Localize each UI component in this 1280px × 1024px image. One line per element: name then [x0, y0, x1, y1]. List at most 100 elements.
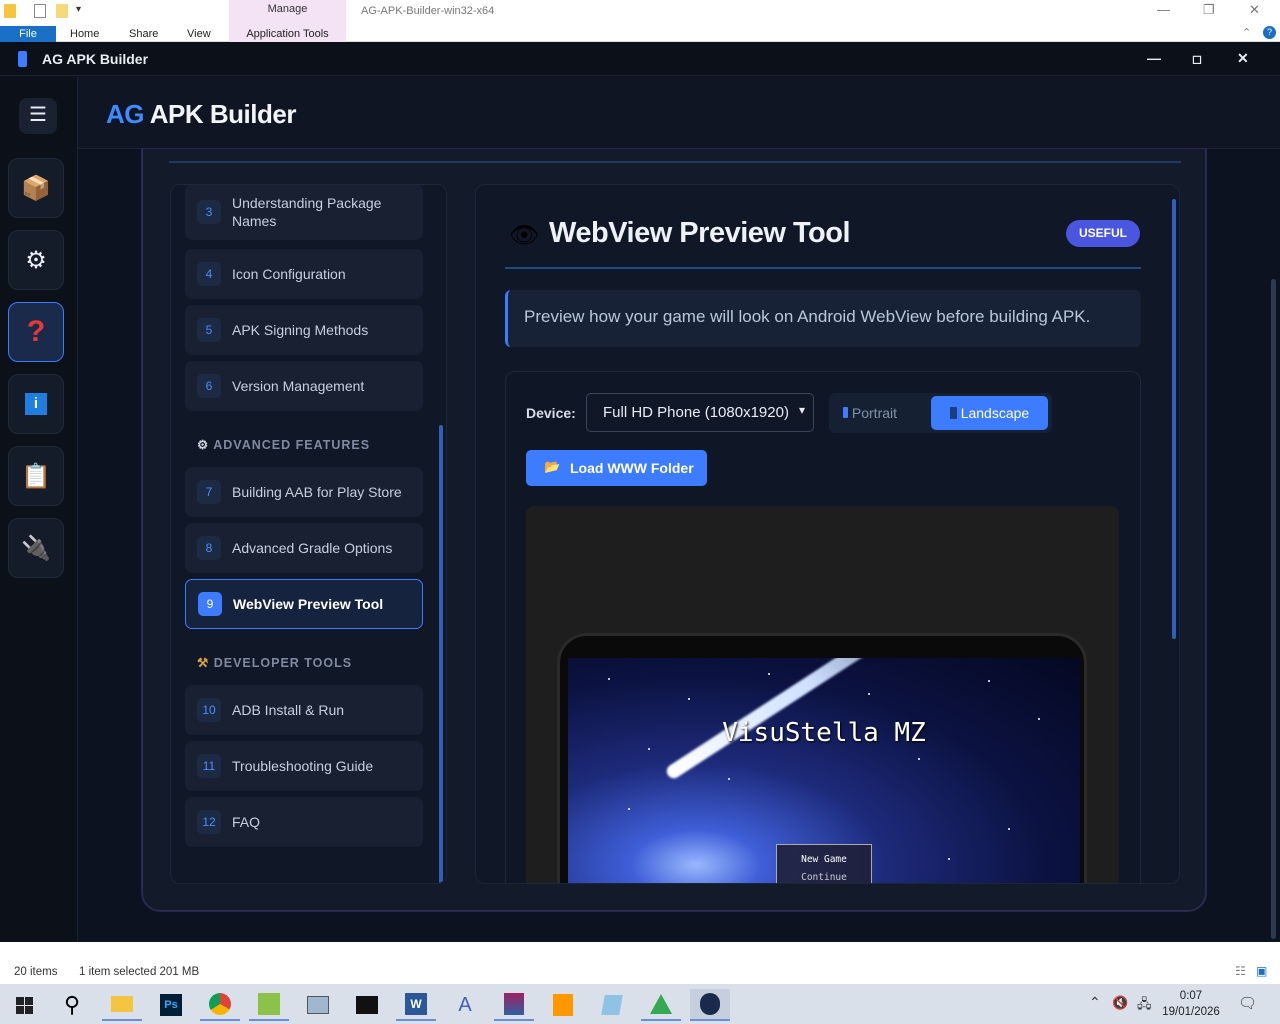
explorer-window-title: AG-APK-Builder-win32-x64: [361, 5, 495, 17]
table-of-contents[interactable]: 3 Understanding Package Names 4 Icon Confi…: [170, 184, 447, 884]
minimize-icon[interactable]: —: [1157, 2, 1170, 17]
content-scrollbar[interactable]: [1172, 189, 1176, 879]
toc-item[interactable]: 5 APK Signing Methods: [185, 305, 423, 355]
chevron-down-icon: ▾: [798, 403, 805, 417]
chevron-down-icon[interactable]: ▾: [76, 4, 88, 18]
webview-screen[interactable]: VisuStella MZ New Game Continue: [568, 658, 1080, 883]
toc-item[interactable]: 3 Understanding Package Names: [185, 185, 423, 240]
tab-home[interactable]: Home: [70, 28, 99, 40]
window-scrollbar[interactable]: [1268, 149, 1280, 942]
rail-connect-button[interactable]: 🔌: [8, 518, 64, 578]
volume-muted-icon[interactable]: 🔇: [1112, 995, 1128, 1011]
toc-item-number: 8: [197, 536, 221, 560]
properties-icon[interactable]: [34, 4, 46, 18]
toc-item[interactable]: 6 Version Management: [185, 361, 423, 411]
folder-icon: 📂: [544, 459, 561, 474]
phone-icon: [949, 407, 957, 419]
side-rail: ☰ 📦 ⚙ ? i 📋 🔌: [0, 77, 78, 942]
chevron-up-icon[interactable]: ⌃: [1242, 26, 1251, 39]
app-icon[interactable]: [249, 989, 289, 1021]
app-close-icon[interactable]: ✕: [1237, 50, 1249, 67]
toc-item-label: Troubleshooting Guide: [232, 758, 374, 774]
chrome-icon[interactable]: [200, 989, 240, 1021]
help-panel: 3 Understanding Package Names 4 Icon Confi…: [142, 149, 1206, 911]
toc-item[interactable]: 8 Advanced Gradle Options: [185, 523, 423, 573]
sublime-icon[interactable]: [543, 989, 583, 1021]
large-icons-view-icon[interactable]: ▣: [1256, 964, 1267, 978]
load-www-folder-button[interactable]: 📂 Load WWW Folder: [526, 450, 707, 486]
app-minimize-icon[interactable]: —: [1147, 50, 1161, 66]
rail-build-button[interactable]: 📦: [8, 158, 64, 218]
close-icon[interactable]: ✕: [1249, 2, 1260, 18]
tab-application-tools[interactable]: Application Tools: [229, 28, 346, 40]
toc-item-selected[interactable]: 9 WebView Preview Tool: [185, 579, 423, 629]
toc-item[interactable]: 10 ADB Install & Run: [185, 685, 423, 735]
status-selection: 1 item selected 201 MB: [79, 966, 200, 978]
toc-item-label: Understanding Package Names: [232, 195, 382, 229]
new-folder-icon[interactable]: [56, 4, 68, 18]
toc-scrollbar-thumb[interactable]: [439, 425, 443, 883]
rail-log-button[interactable]: 📋: [8, 446, 64, 506]
terminal-icon[interactable]: [347, 989, 387, 1021]
chevron-up-icon[interactable]: ⌃: [1089, 994, 1101, 1011]
word-icon[interactable]: W: [396, 989, 436, 1021]
taskbar-clock[interactable]: 0:07 19/01/2026: [1160, 988, 1222, 1020]
game-title-menu[interactable]: New Game Continue: [776, 844, 872, 883]
content-scrollbar-thumb[interactable]: [1172, 199, 1176, 639]
network-icon[interactable]: 🖧: [1137, 995, 1152, 1017]
rail-settings-button[interactable]: ⚙: [8, 230, 64, 290]
app-window: AG APK Builder — ◻ ✕ ☰ 📦 ⚙ ? i 📋 🔌 AG AP…: [0, 42, 1280, 942]
details-view-icon[interactable]: ☷: [1235, 964, 1246, 978]
rail-help-button[interactable]: ?: [8, 302, 64, 362]
orientation-toggle: Portrait Landscape: [829, 393, 1052, 433]
info-icon: i: [25, 393, 47, 415]
start-icon[interactable]: [4, 989, 44, 1021]
brand-prefix: AG: [106, 99, 145, 129]
eye-icon: 👁: [509, 222, 540, 249]
app-maximize-icon[interactable]: ◻: [1192, 52, 1202, 66]
toc-item-number: 4: [197, 262, 221, 286]
brand-title: AG APK Builder: [106, 99, 296, 130]
hamburger-menu-icon[interactable]: ☰: [19, 98, 57, 134]
section-label: DEVELOPER TOOLS: [213, 656, 353, 670]
toc-item[interactable]: 11 Troubleshooting Guide: [185, 741, 423, 791]
device-select[interactable]: Full HD Phone (1080x1920) ▾: [586, 393, 814, 432]
notes-icon[interactable]: [592, 989, 632, 1021]
toc-scrollbar[interactable]: [439, 225, 443, 883]
landscape-button[interactable]: Landscape: [931, 396, 1048, 430]
drive-icon[interactable]: [641, 989, 681, 1021]
app-titlebar: AG APK Builder — ◻ ✕: [0, 42, 1280, 76]
ag-apk-builder-taskbar-icon[interactable]: [690, 989, 730, 1021]
image-viewer-icon[interactable]: [298, 989, 338, 1021]
menu-continue[interactable]: Continue: [777, 869, 871, 883]
search-icon[interactable]: ⚲: [52, 989, 92, 1021]
folder-icon[interactable]: [4, 4, 16, 18]
app-header: AG APK Builder: [78, 77, 1280, 149]
toc-item-number: 7: [197, 480, 221, 504]
help-icon[interactable]: ?: [1263, 26, 1276, 39]
tab-view[interactable]: View: [187, 28, 211, 40]
art-app-icon[interactable]: A: [445, 989, 485, 1021]
toc-item-label: FAQ: [232, 814, 261, 830]
toc-item[interactable]: 7 Building AAB for Play Store: [185, 467, 423, 517]
toc-item-number: 9: [198, 592, 222, 616]
taskbar: ⚲ Ps W A ⌃ 🔇 🖧 0:07 19/01/2026 🗨: [0, 984, 1280, 1024]
photoshop-icon[interactable]: Ps: [151, 989, 191, 1021]
page-title: WebView Preview Tool: [549, 217, 851, 249]
toc-item-number: 6: [197, 374, 221, 398]
file-explorer-icon[interactable]: [102, 989, 142, 1021]
toc-item[interactable]: 4 Icon Configuration: [185, 249, 423, 299]
toc-item[interactable]: 12 FAQ: [185, 797, 423, 847]
phone-icon: [843, 407, 848, 418]
tab-file[interactable]: File: [0, 26, 56, 42]
window-scrollbar-thumb[interactable]: [1271, 279, 1276, 939]
landscape-label: Landscape: [960, 405, 1030, 421]
tab-share[interactable]: Share: [129, 28, 158, 40]
notification-icon[interactable]: 🗨: [1238, 994, 1257, 1012]
winrar-icon[interactable]: [494, 989, 534, 1021]
portrait-button[interactable]: Portrait: [843, 405, 897, 421]
rail-info-button[interactable]: i: [8, 374, 64, 434]
toc-item-label: APK Signing Methods: [232, 322, 369, 338]
menu-new-game[interactable]: New Game: [777, 851, 871, 869]
restore-icon[interactable]: ❐: [1203, 2, 1215, 18]
